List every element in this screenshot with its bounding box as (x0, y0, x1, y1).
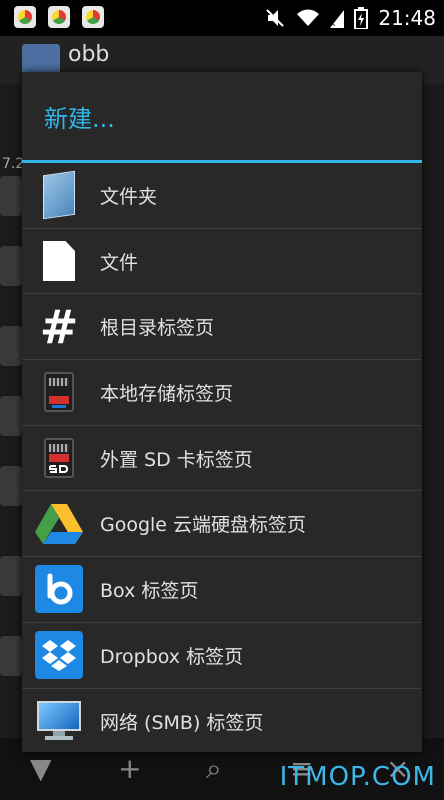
app-notification-icon (14, 6, 36, 28)
dropbox-icon (35, 631, 83, 680)
menu-item-label: 网络 (SMB) 标签页 (100, 711, 264, 734)
menu-item-label: 文件 (100, 251, 139, 274)
list-item[interactable] (0, 466, 22, 506)
add-icon[interactable]: + (118, 752, 141, 785)
menu-item-external-sd-tab[interactable]: 外置 SD 卡标签页 (22, 426, 422, 492)
wifi-icon (297, 9, 320, 26)
signal-icon: x (330, 10, 345, 28)
list-item[interactable] (0, 396, 22, 436)
status-bar: x 21:48 (0, 0, 444, 36)
menu-item-google-drive-tab[interactable]: Google 云端硬盘标签页 (22, 491, 422, 558)
app-notification-icon (82, 6, 104, 28)
status-icons: x 21:48 (264, 0, 436, 36)
box-icon (35, 565, 83, 614)
mute-icon (266, 9, 285, 27)
menu-item-label: 外置 SD 卡标签页 (100, 448, 253, 471)
menu-item-label: 本地存储标签页 (100, 382, 234, 405)
menu-item-label: Dropbox 标签页 (100, 645, 244, 668)
sd-mark-icon (49, 465, 69, 474)
clock: 21:48 (378, 6, 436, 30)
menu-item-network-smb-tab[interactable]: 网络 (SMB) 标签页 (22, 689, 422, 753)
list-item[interactable] (0, 556, 22, 596)
menu-item-label: 根目录标签页 (100, 317, 215, 340)
list-item[interactable] (0, 326, 22, 366)
battery-icon (354, 7, 369, 29)
search-icon[interactable]: ⌕ (206, 752, 222, 786)
app-notification-icon (48, 6, 70, 28)
menu-item-box-tab[interactable]: Box 标签页 (22, 557, 422, 623)
folder-title: obb (68, 42, 110, 67)
new-item-dialog: 新建... 文件夹 文件 # 根目录标签页 本地存储标签页 外置 SD 卡标签页… (22, 72, 422, 752)
menu-item-dropbox-tab[interactable]: Dropbox 标签页 (22, 623, 422, 689)
menu-item-label: 文件夹 (100, 185, 158, 208)
menu-item-file[interactable]: 文件 (22, 229, 422, 295)
menu-item-label: Box 标签页 (100, 579, 199, 602)
watermark: ITMOP.COM (279, 762, 436, 792)
file-icon (43, 241, 75, 282)
filter-icon[interactable]: ▼ (30, 752, 52, 785)
list-item[interactable] (0, 176, 22, 216)
menu-item-label: Google 云端硬盘标签页 (100, 514, 307, 537)
dialog-title: 新建... (44, 104, 115, 133)
network-monitor-icon (37, 701, 81, 741)
google-drive-icon (35, 503, 83, 544)
svg-text:x: x (330, 19, 336, 28)
menu-item-folder[interactable]: 文件夹 (22, 163, 422, 229)
list-item[interactable] (0, 636, 22, 676)
menu-item-local-storage-tab[interactable]: 本地存储标签页 (22, 360, 422, 426)
menu-item-root-tab[interactable]: # 根目录标签页 (22, 294, 422, 361)
external-sdcard-icon (44, 438, 74, 479)
folder-icon (43, 171, 75, 220)
hash-icon: # (39, 299, 79, 354)
list-item[interactable] (0, 246, 22, 286)
sdcard-icon (44, 372, 74, 413)
